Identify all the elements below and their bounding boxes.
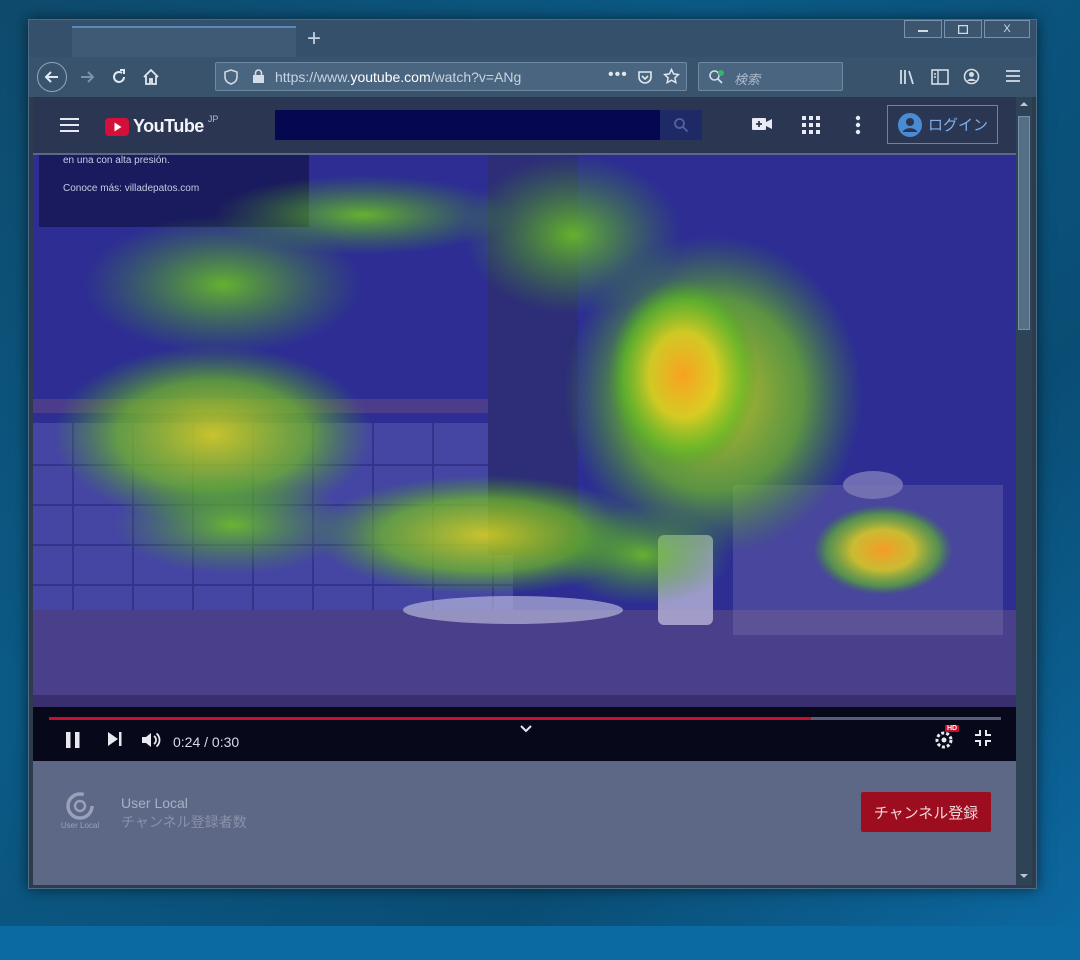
exit-fullscreen-icon [975, 730, 991, 746]
youtube-logo-text: YouTube [133, 116, 204, 136]
home-icon [143, 68, 159, 85]
scrollbar-thumb[interactable] [1018, 116, 1030, 330]
window-controls: X [904, 20, 1030, 38]
url-path: /watch?v=ANg [430, 69, 522, 85]
more-options-icon[interactable] [855, 115, 861, 135]
create-video-icon[interactable] [751, 115, 773, 133]
youtube-play-logo-icon [105, 117, 129, 136]
login-button[interactable]: ログイン [887, 105, 998, 144]
browser-window: + X https://www.youtube.com/watch?v=ANg … [28, 19, 1037, 889]
channel-logo-icon [66, 792, 94, 820]
volume-button[interactable] [141, 731, 163, 749]
browser-tab[interactable] [72, 26, 296, 57]
channel-logo[interactable]: User Local [59, 791, 101, 833]
chapter-expand-button[interactable] [520, 725, 532, 733]
page-viewport: YouTube JP ログイン en una con alta presión.… [33, 97, 1016, 885]
url-text: https://www.youtube.com/watch?v=ANg [275, 69, 605, 85]
forward-button[interactable] [73, 63, 101, 91]
player-controls: 0:24 / 0:30 HD [33, 707, 1016, 761]
youtube-search-input[interactable] [275, 110, 702, 140]
page-actions-menu-icon[interactable]: ••• [608, 66, 628, 84]
video-frame-heatmap [33, 155, 1016, 761]
address-bar[interactable]: https://www.youtube.com/watch?v=ANg ••• [215, 62, 687, 91]
scroll-down-arrow-icon[interactable] [1020, 873, 1028, 879]
account-icon[interactable] [963, 68, 980, 85]
bookmark-star-icon[interactable] [663, 68, 680, 85]
video-player[interactable]: en una con alta presión. Conoce más: vil… [33, 155, 1016, 761]
subscriber-count-label: チャンネル登録者数 [121, 814, 247, 830]
page-scrollbar[interactable] [1016, 97, 1032, 885]
hamburger-menu-icon[interactable] [1005, 69, 1021, 83]
video-overlay-line-1: en una con alta presión. [63, 155, 170, 166]
progress-played [49, 717, 811, 720]
new-tab-button[interactable]: + [299, 26, 329, 54]
back-arrow-icon [44, 71, 58, 83]
forward-arrow-icon [81, 71, 95, 83]
back-button[interactable] [37, 62, 67, 92]
apps-grid-icon[interactable] [802, 116, 820, 134]
skip-next-icon [108, 732, 122, 746]
settings-button[interactable]: HD [935, 725, 960, 749]
navigation-toolbar: https://www.youtube.com/watch?v=ANg ••• … [29, 57, 1036, 97]
url-prefix: https://www. [275, 69, 351, 85]
library-icon[interactable] [899, 69, 917, 85]
close-icon: X [1003, 23, 1011, 35]
minimize-button[interactable] [904, 20, 942, 38]
minimize-icon [918, 30, 928, 32]
chevron-down-icon [520, 725, 532, 733]
sidebar-icon[interactable] [931, 69, 949, 85]
pause-icon [66, 732, 80, 748]
channel-info-bar: User Local User Local チャンネル登録者数 チャンネル登録 [33, 761, 1016, 885]
subscribe-button[interactable]: チャンネル登録 [861, 792, 991, 832]
exit-fullscreen-button[interactable] [974, 729, 992, 747]
search-icon [674, 118, 689, 133]
lock-icon [253, 69, 264, 83]
login-label: ログイン [928, 117, 989, 134]
gear-icon [935, 731, 953, 749]
pocket-icon[interactable] [637, 69, 653, 85]
home-button[interactable] [137, 63, 165, 91]
guide-menu-icon[interactable] [60, 117, 79, 133]
youtube-region-label: JP [207, 113, 219, 124]
search-placeholder: 検索 [734, 72, 761, 87]
youtube-logo[interactable]: YouTube JP [105, 113, 219, 137]
shield-icon [224, 69, 238, 85]
reload-icon [113, 69, 125, 83]
maximize-icon [958, 24, 968, 34]
url-domain: youtube.com [350, 69, 431, 85]
video-overlay-line-2: Conoce más: villadepatos.com [63, 183, 200, 194]
volume-icon [142, 732, 161, 748]
channel-logo-caption: User Local [60, 821, 100, 830]
title-bar: + X [29, 20, 1036, 57]
search-icon [709, 70, 724, 84]
user-avatar-icon [898, 112, 922, 137]
time-display: 0:24 / 0:30 [173, 734, 240, 750]
pause-button[interactable] [65, 731, 81, 749]
scroll-up-arrow-icon[interactable] [1020, 101, 1028, 107]
progress-bar[interactable] [49, 717, 1001, 720]
youtube-header: YouTube JP ログイン [33, 97, 1016, 153]
search-box[interactable]: 検索 [698, 62, 843, 91]
reload-button[interactable] [105, 63, 133, 91]
close-button[interactable]: X [984, 20, 1030, 38]
taskbar-area [0, 926, 1080, 960]
youtube-search-button[interactable] [660, 110, 702, 140]
maximize-button[interactable] [944, 20, 982, 38]
hd-badge: HD [945, 725, 960, 732]
next-button[interactable] [107, 731, 123, 747]
channel-name[interactable]: User Local [121, 795, 188, 811]
